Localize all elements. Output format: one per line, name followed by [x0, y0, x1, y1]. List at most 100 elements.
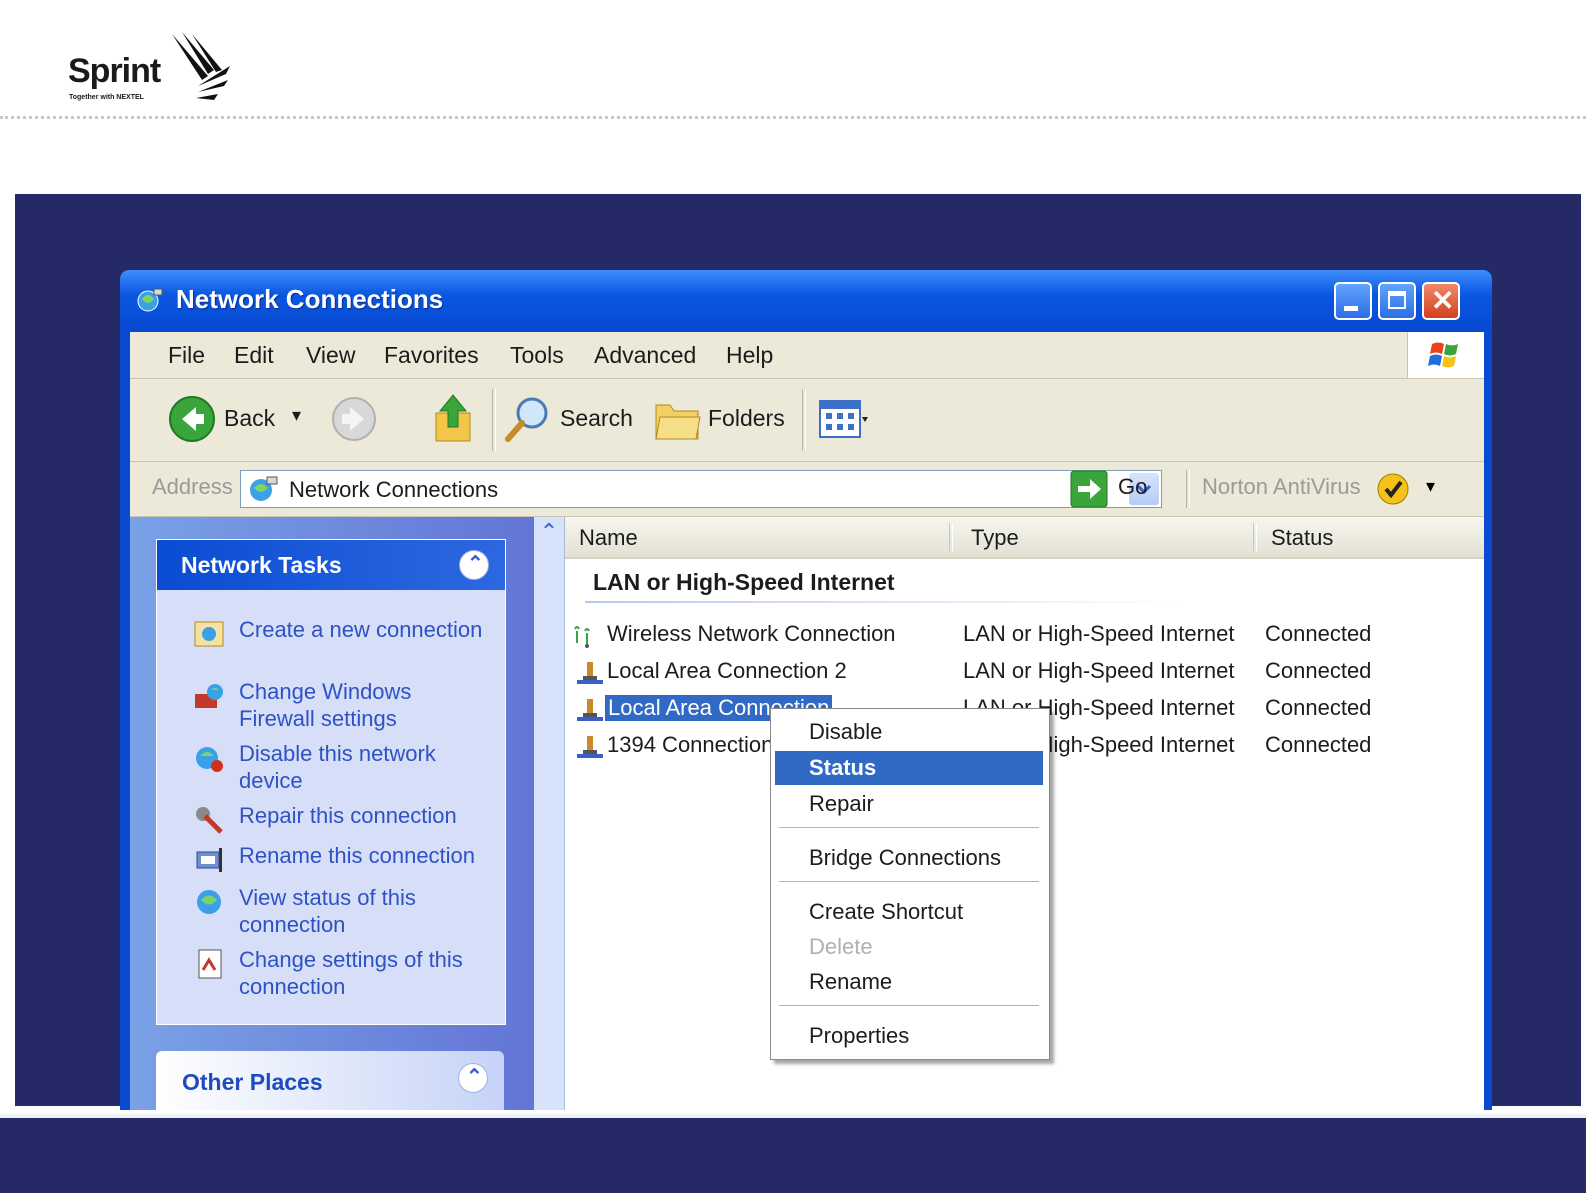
- toolbar-separator: [802, 389, 806, 451]
- task-label: Change Windows Firewall settings: [239, 679, 412, 731]
- list-item[interactable]: Local Area Connection 2 LAN or High-Spee…: [565, 654, 1484, 688]
- menu-item-repair[interactable]: Repair: [775, 787, 1043, 821]
- sprint-logo: Sprint Together with NEXTEL: [68, 28, 248, 108]
- scroll-up-icon[interactable]: ⌃: [536, 519, 562, 549]
- column-separator[interactable]: [1253, 523, 1257, 551]
- search-icon[interactable]: [502, 393, 554, 445]
- network-globe-icon: [250, 476, 278, 501]
- norton-shield-icon[interactable]: [1376, 472, 1410, 506]
- list-column-headers: Name Type Status: [565, 517, 1484, 559]
- window-title: Network Connections: [176, 284, 444, 314]
- minimize-icon: [1344, 306, 1358, 311]
- settings-icon: [198, 949, 222, 979]
- column-header-type[interactable]: Type: [971, 525, 1019, 551]
- task-view-status[interactable]: View status of this connection: [193, 884, 493, 940]
- column-header-name[interactable]: Name: [579, 525, 638, 551]
- menu-item-bridge-connections[interactable]: Bridge Connections: [775, 841, 1043, 875]
- menu-item-label: Disable: [809, 719, 883, 744]
- menu-advanced[interactable]: Advanced: [594, 342, 696, 369]
- menu-file[interactable]: File: [168, 342, 205, 369]
- back-dropdown-icon[interactable]: ▾: [292, 405, 301, 426]
- connection-type: LAN or High-Speed Internet: [963, 658, 1235, 683]
- connection-status: Connected: [1265, 658, 1372, 683]
- list-item[interactable]: Wireless Network Connection LAN or High-…: [565, 617, 1484, 651]
- standard-toolbar: Back ▾ Search Folders: [130, 379, 1484, 462]
- column-header-status[interactable]: Status: [1271, 525, 1333, 551]
- toolbar-separator: [1186, 470, 1190, 508]
- network-tasks-panel: Network Tasks ⌃ Create a new connection …: [156, 539, 506, 1025]
- task-firewall-settings[interactable]: Change Windows Firewall settings: [193, 678, 493, 734]
- status-icon: [197, 890, 221, 914]
- task-label: Disable this network device: [239, 741, 436, 793]
- menu-item-create-shortcut[interactable]: Create Shortcut: [775, 895, 1043, 929]
- address-label: Address: [152, 474, 233, 499]
- network-connections-icon: [137, 288, 163, 312]
- lan-connection-icon: [577, 736, 603, 758]
- maximize-icon: [1388, 291, 1406, 309]
- new-connection-icon: [194, 621, 224, 647]
- menu-favorites[interactable]: Favorites: [384, 342, 479, 369]
- menu-separator: [779, 827, 1039, 831]
- menu-tools[interactable]: Tools: [510, 342, 564, 369]
- other-places-title: Other Places: [182, 1069, 323, 1095]
- back-button[interactable]: Back: [224, 405, 275, 432]
- rename-icon: [196, 848, 222, 872]
- connection-name: Wireless Network Connection: [607, 621, 896, 646]
- task-pane: Network Tasks ⌃ Create a new connection …: [130, 517, 534, 1110]
- folders-button[interactable]: Folders: [708, 405, 785, 432]
- connection-name: Local Area Connection 2: [607, 658, 847, 683]
- menu-item-label: Properties: [809, 1023, 910, 1048]
- task-repair-connection[interactable]: Repair this connection: [193, 802, 493, 836]
- task-disable-device[interactable]: Disable this network device: [193, 740, 493, 796]
- menu-view[interactable]: View: [306, 342, 355, 369]
- forward-arrow-icon[interactable]: [330, 395, 378, 443]
- connection-type: LAN or High-Speed Internet: [963, 621, 1235, 646]
- column-separator[interactable]: [949, 523, 953, 551]
- norton-dropdown-icon[interactable]: ▾: [1426, 476, 1435, 497]
- close-button[interactable]: ✕: [1422, 282, 1460, 320]
- wireless-connection-icon: [574, 626, 590, 648]
- folders-icon[interactable]: [652, 395, 702, 443]
- pane-splitter-scrollbar[interactable]: ⌃: [534, 517, 565, 1110]
- menu-item-label: Bridge Connections: [809, 845, 1002, 870]
- menu-item-properties[interactable]: Properties: [775, 1019, 1043, 1053]
- maximize-button[interactable]: [1378, 282, 1416, 320]
- window-titlebar[interactable]: Network Connections ✕: [120, 270, 1492, 332]
- slide-footer-bar: [0, 1114, 1586, 1193]
- menu-edit[interactable]: Edit: [234, 342, 274, 369]
- expand-icon[interactable]: ⌃: [458, 1063, 488, 1093]
- network-tasks-header[interactable]: Network Tasks ⌃: [157, 540, 505, 590]
- windows-flag-icon: [1428, 342, 1458, 368]
- menu-item-disable[interactable]: Disable: [775, 715, 1043, 749]
- lan-connection-icon: [577, 699, 603, 721]
- go-button[interactable]: Go: [1118, 474, 1147, 500]
- menu-item-label: Rename: [809, 969, 893, 994]
- views-icon[interactable]: [818, 399, 870, 439]
- other-places-panel[interactable]: Other Places ⌃: [156, 1051, 504, 1110]
- logo-wordmark: Sprint: [68, 52, 161, 90]
- minimize-button[interactable]: [1334, 282, 1372, 320]
- menu-help[interactable]: Help: [726, 342, 773, 369]
- go-arrow-icon[interactable]: [1070, 470, 1108, 508]
- up-folder-icon[interactable]: [432, 393, 474, 445]
- sprint-wing-icon: [172, 32, 230, 100]
- task-create-connection[interactable]: Create a new connection: [193, 616, 493, 672]
- back-arrow-icon[interactable]: [168, 395, 216, 443]
- context-menu: Disable Status Repair Bridge Connections…: [770, 708, 1050, 1060]
- menu-item-label: Status: [809, 755, 877, 780]
- connection-status: Connected: [1265, 621, 1372, 646]
- menu-bar: File Edit View Favorites Tools Advanced …: [130, 332, 1484, 379]
- menu-item-status[interactable]: Status: [775, 751, 1043, 785]
- task-label: View status of this connection: [239, 885, 416, 937]
- task-rename-connection[interactable]: Rename this connection: [193, 842, 493, 876]
- windows-flag-logo: [1407, 332, 1484, 378]
- menu-item-label: Create Shortcut: [809, 899, 964, 924]
- menu-item-rename[interactable]: Rename: [775, 965, 1043, 999]
- address-value: Network Connections: [289, 477, 499, 502]
- norton-antivirus-toolbar[interactable]: Norton AntiVirus: [1202, 474, 1361, 500]
- search-button[interactable]: Search: [560, 405, 633, 432]
- collapse-icon[interactable]: ⌃: [459, 550, 489, 580]
- task-change-settings[interactable]: Change settings of this connection: [193, 946, 493, 1002]
- address-input[interactable]: Network Connections: [240, 470, 1162, 508]
- connection-status: Connected: [1265, 732, 1372, 757]
